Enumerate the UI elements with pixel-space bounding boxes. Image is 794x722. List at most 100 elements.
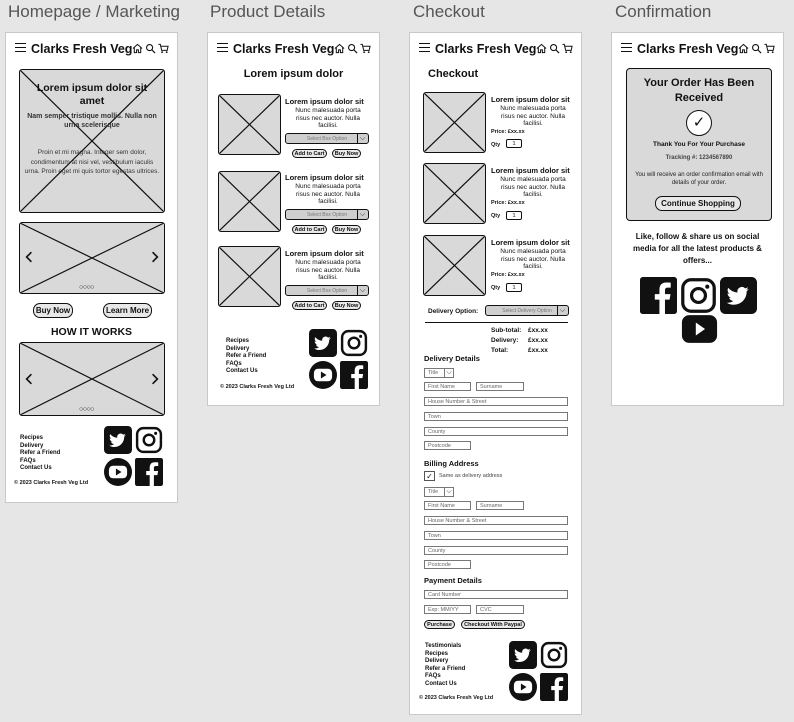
label-checkout: Checkout bbox=[413, 2, 485, 21]
title-select[interactable]: Title ⌵ bbox=[424, 368, 454, 378]
instagram-icon[interactable] bbox=[540, 641, 568, 669]
qty-input[interactable]: 1 bbox=[506, 139, 522, 148]
brand-title: Clarks Fresh Veg bbox=[31, 42, 133, 56]
buy-now-button[interactable]: Buy Now bbox=[332, 149, 361, 158]
continue-shopping-button[interactable]: Continue Shopping bbox=[655, 196, 741, 211]
youtube-icon[interactable] bbox=[509, 673, 537, 701]
hero-body: Proin et mi magna. Integer sem dolor, co… bbox=[24, 149, 160, 175]
learn-more-button[interactable]: Learn More bbox=[103, 303, 152, 318]
cart-icon[interactable] bbox=[360, 43, 371, 54]
surname-input[interactable]: Surname bbox=[476, 382, 524, 391]
footer-link[interactable]: Testimonials bbox=[425, 643, 465, 651]
footer-link[interactable]: Refer a Friend bbox=[20, 450, 60, 458]
facebook-icon[interactable] bbox=[135, 458, 163, 486]
purchase-button[interactable]: Purchase bbox=[424, 620, 455, 629]
delivery-option-select[interactable]: Select Delivery Option ⌵ bbox=[485, 305, 569, 316]
footer-link[interactable]: Recipes bbox=[226, 338, 266, 346]
menu-icon[interactable] bbox=[15, 43, 26, 55]
product-option-select[interactable]: Select Box Option ⌵ bbox=[285, 285, 369, 296]
carousel[interactable]: ○○○○ bbox=[19, 222, 165, 294]
buy-now-button[interactable]: Buy Now bbox=[332, 301, 361, 310]
paypal-checkout-button[interactable]: Checkout With Paypal bbox=[461, 620, 525, 629]
twitter-icon[interactable] bbox=[104, 426, 132, 454]
cart-icon[interactable] bbox=[158, 43, 169, 54]
footer-link[interactable]: Refer a Friend bbox=[226, 353, 266, 361]
chevron-left-icon[interactable] bbox=[25, 373, 33, 385]
instagram-icon[interactable] bbox=[680, 277, 717, 314]
footer-link[interactable]: Delivery bbox=[226, 346, 266, 354]
cart-icon[interactable] bbox=[562, 43, 573, 54]
qty-input[interactable]: 1 bbox=[506, 283, 522, 292]
how-it-works-carousel[interactable]: ○○○○ bbox=[19, 342, 165, 416]
add-to-cart-button[interactable]: Add to Cart bbox=[292, 149, 327, 158]
town-input[interactable]: Town bbox=[424, 412, 568, 421]
home-icon[interactable] bbox=[738, 43, 749, 54]
add-to-cart-button[interactable]: Add to Cart bbox=[292, 301, 327, 310]
footer-link[interactable]: Recipes bbox=[425, 651, 465, 659]
buy-now-button[interactable]: Buy Now bbox=[332, 225, 361, 234]
label-homepage: Homepage / Marketing bbox=[8, 2, 180, 21]
billing-surname-input[interactable]: Surname bbox=[476, 501, 524, 510]
facebook-icon[interactable] bbox=[640, 277, 677, 314]
home-icon[interactable] bbox=[334, 43, 345, 54]
search-icon[interactable] bbox=[347, 43, 358, 54]
menu-icon[interactable] bbox=[419, 43, 430, 55]
footer-link[interactable]: FAQs bbox=[20, 458, 60, 466]
product-image bbox=[218, 171, 281, 232]
youtube-icon[interactable] bbox=[309, 361, 337, 389]
carousel-dots[interactable]: ○○○○ bbox=[79, 284, 94, 291]
footer-link[interactable]: Contact Us bbox=[20, 465, 60, 473]
twitter-icon[interactable] bbox=[309, 329, 337, 357]
twitter-icon[interactable] bbox=[720, 277, 757, 314]
chevron-right-icon[interactable] bbox=[151, 251, 159, 263]
first-name-input[interactable]: First Name bbox=[424, 382, 471, 391]
instagram-icon[interactable] bbox=[135, 426, 163, 454]
delivery-option-label: Delivery Option: bbox=[428, 308, 479, 315]
cvc-input[interactable]: CVC bbox=[476, 605, 524, 614]
footer-link[interactable]: Delivery bbox=[20, 443, 60, 451]
twitter-icon[interactable] bbox=[509, 641, 537, 669]
qty-input[interactable]: 1 bbox=[506, 211, 522, 220]
footer-link[interactable]: Contact Us bbox=[226, 368, 266, 376]
cart-item-desc: Nunc malesuada porta risus nec auctor. N… bbox=[500, 105, 566, 127]
footer-link[interactable]: Contact Us bbox=[425, 681, 465, 689]
facebook-icon[interactable] bbox=[540, 673, 568, 701]
billing-first-name-input[interactable]: First Name bbox=[424, 501, 471, 510]
billing-title-select[interactable]: Title ⌵ bbox=[424, 487, 454, 497]
billing-postcode-input[interactable]: Postcode bbox=[424, 560, 471, 569]
footer-link[interactable]: Delivery bbox=[425, 658, 465, 666]
cart-icon[interactable] bbox=[764, 43, 775, 54]
postcode-input[interactable]: Postcode bbox=[424, 441, 471, 450]
product-option-select[interactable]: Select Box Option ⌵ bbox=[285, 133, 369, 144]
product-option-select[interactable]: Select Box Option ⌵ bbox=[285, 209, 369, 220]
carousel-dots[interactable]: ○○○○ bbox=[79, 406, 94, 413]
search-icon[interactable] bbox=[751, 43, 762, 54]
billing-town-input[interactable]: Town bbox=[424, 531, 568, 540]
same-as-delivery-checkbox[interactable]: ✓ bbox=[424, 471, 435, 481]
buy-now-button[interactable]: Buy Now bbox=[33, 303, 73, 318]
youtube-icon[interactable] bbox=[681, 315, 718, 343]
billing-county-input[interactable]: County bbox=[424, 546, 568, 555]
label-confirmation: Confirmation bbox=[615, 2, 712, 21]
search-icon[interactable] bbox=[549, 43, 560, 54]
home-icon[interactable] bbox=[132, 43, 143, 54]
chevron-left-icon[interactable] bbox=[25, 251, 33, 263]
footer-link[interactable]: Recipes bbox=[20, 435, 60, 443]
menu-icon[interactable] bbox=[217, 43, 228, 55]
expiry-input[interactable]: Exp: MM/YY bbox=[424, 605, 471, 614]
footer-link[interactable]: Refer a Friend bbox=[425, 666, 465, 674]
home-icon[interactable] bbox=[536, 43, 547, 54]
menu-icon[interactable] bbox=[621, 43, 632, 55]
youtube-icon[interactable] bbox=[104, 458, 132, 486]
instagram-icon[interactable] bbox=[340, 329, 368, 357]
card-number-input[interactable]: Card Number bbox=[424, 590, 568, 599]
billing-house-street-input[interactable]: House Number & Street bbox=[424, 516, 568, 525]
footer-link[interactable]: FAQs bbox=[425, 673, 465, 681]
footer-link[interactable]: FAQs bbox=[226, 361, 266, 369]
house-street-input[interactable]: House Number & Street bbox=[424, 397, 568, 406]
facebook-icon[interactable] bbox=[340, 361, 368, 389]
county-input[interactable]: County bbox=[424, 427, 568, 436]
add-to-cart-button[interactable]: Add to Cart bbox=[292, 225, 327, 234]
chevron-right-icon[interactable] bbox=[151, 373, 159, 385]
search-icon[interactable] bbox=[145, 43, 156, 54]
